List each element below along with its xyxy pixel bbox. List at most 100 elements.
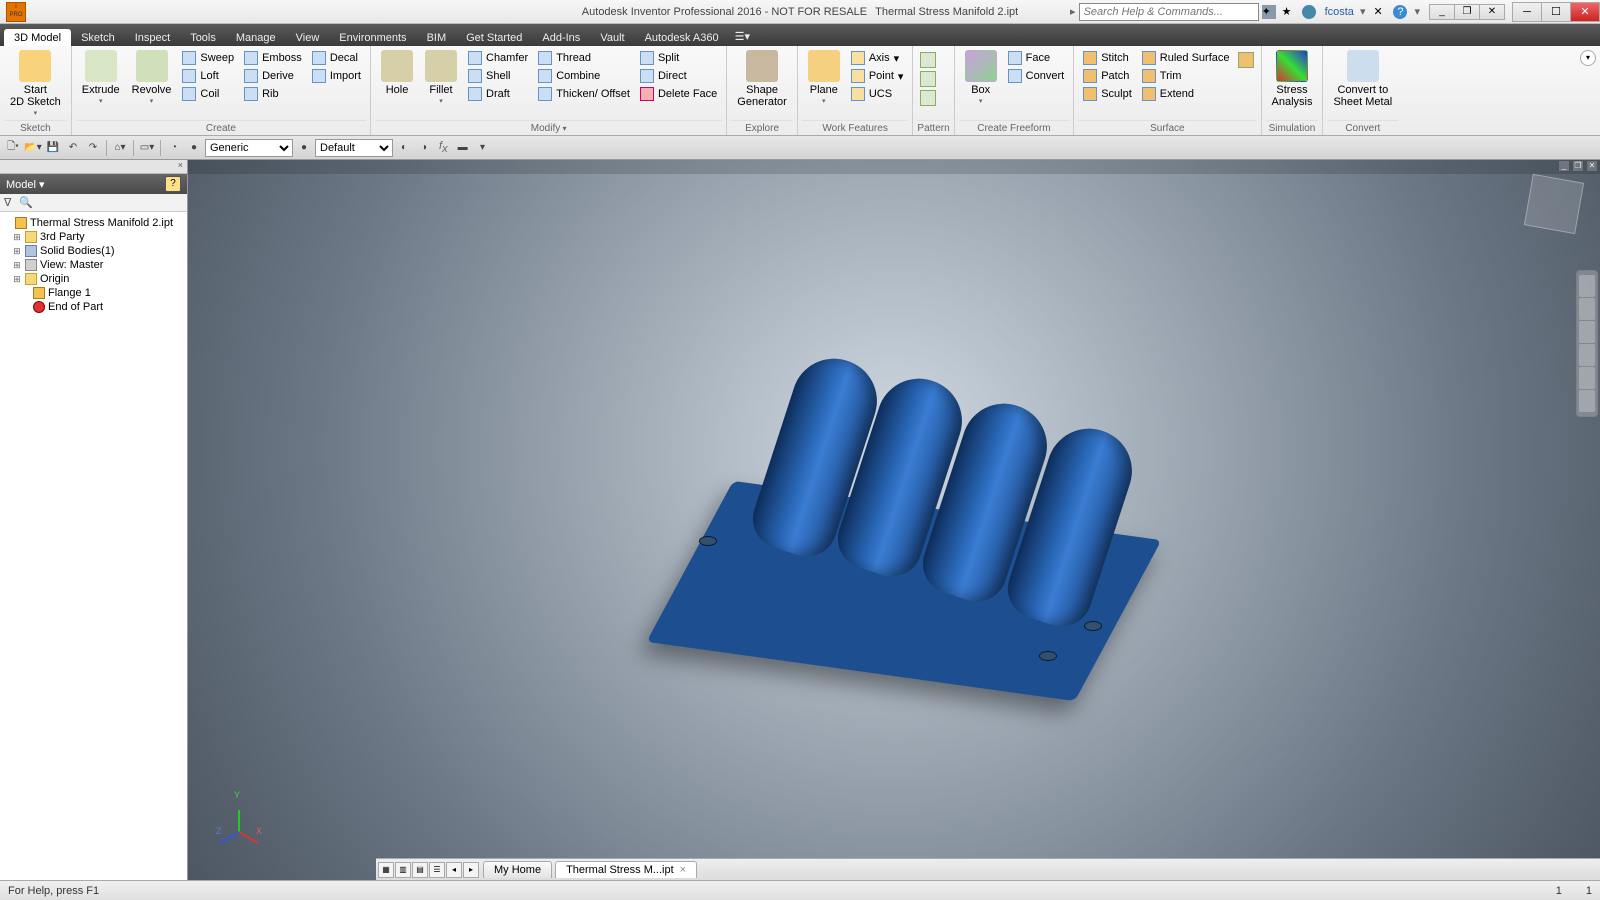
orbit-icon[interactable] [1579,344,1595,366]
ribbon-options-button[interactable]: ▾ [1580,50,1596,66]
plane-button[interactable]: Plane [802,48,846,108]
pan-icon[interactable] [1579,298,1595,320]
doc-close[interactable]: ✕ [1479,4,1505,20]
3d-viewport[interactable]: _ ❐ ✕ Y X Z [188,160,1600,880]
patch-button[interactable]: Patch [1080,68,1135,84]
ucs-button[interactable]: UCS [848,86,907,102]
tab-layout-2[interactable]: ▥ [395,862,411,878]
navigation-bar[interactable] [1576,270,1598,417]
tab-layout-1[interactable]: ▦ [378,862,394,878]
tab-view[interactable]: View [286,29,330,46]
axis-button[interactable]: Axis ▾ [848,50,907,66]
material-dropdown[interactable]: Generic [205,139,293,157]
tab-current-doc[interactable]: Thermal Stress M...ipt× [555,861,697,878]
appearance-icon-1[interactable]: ◐ [395,139,413,157]
import-button[interactable]: Import [309,68,364,84]
save-button[interactable]: 💾 [44,139,62,157]
qat-extra-2[interactable]: ▾ [474,139,492,157]
tab-a360[interactable]: Autodesk A360 [635,29,729,46]
redo-button[interactable]: ↷ [84,139,102,157]
sweep-button[interactable]: Sweep [179,50,237,66]
model-tree[interactable]: Thermal Stress Manifold 2.ipt ⊞3rd Party… [0,212,187,880]
help-icon[interactable]: ? [1393,5,1407,19]
doc-restore[interactable]: ❐ [1454,4,1480,20]
start-2d-sketch-button[interactable]: Start 2D Sketch [4,48,67,120]
fillet-button[interactable]: Fillet [419,48,463,108]
tab-layout-4[interactable]: ☰ [429,862,445,878]
draft-button[interactable]: Draft [465,86,531,102]
point-button[interactable]: Point ▾ [848,68,907,84]
close-tab-icon[interactable]: × [680,864,686,876]
maximize-button[interactable]: ☐ [1541,2,1571,22]
thicken-button[interactable]: Thicken/ Offset [535,86,633,102]
tab-get-started[interactable]: Get Started [456,29,532,46]
appearance-sphere-icon[interactable]: ● [295,139,313,157]
nav-wheel-icon[interactable] [1579,275,1595,297]
ruled-surface-button[interactable]: Ruled Surface [1139,50,1233,66]
view-cube[interactable] [1524,174,1584,234]
select-button[interactable]: ▭▾ [138,139,156,157]
appearance-dropdown[interactable]: Default [315,139,393,157]
tab-scroll-right[interactable]: ▸ [463,862,479,878]
sculpt-button[interactable]: Sculpt [1080,86,1135,102]
combine-button[interactable]: Combine [535,68,633,84]
tab-bim[interactable]: BIM [417,29,457,46]
tab-my-home[interactable]: My Home [483,861,552,878]
appearance-icon-2[interactable]: ◑ [415,139,433,157]
tab-3d-model[interactable]: 3D Model [4,29,71,46]
extend-button[interactable]: Extend [1139,86,1233,102]
derive-button[interactable]: Derive [241,68,305,84]
freeform-face-button[interactable]: Face [1005,50,1068,66]
extrude-button[interactable]: Extrude [76,48,126,108]
tab-sketch[interactable]: Sketch [71,29,125,46]
stitch-button[interactable]: Stitch [1080,50,1135,66]
thread-button[interactable]: Thread [535,50,633,66]
browser-help[interactable]: ? [165,176,181,192]
zoom-icon[interactable] [1579,321,1595,343]
close-button[interactable]: ✕ [1570,2,1600,22]
browser-title[interactable]: Model ▾ [6,178,45,191]
qat-extra-1[interactable]: ▬ [454,139,472,157]
browser-close[interactable]: × [0,160,187,174]
exchange-icon[interactable]: ✕ [1373,5,1387,19]
mirror-button[interactable] [920,90,936,106]
revolve-button[interactable]: Revolve [126,48,178,108]
search-input[interactable] [1079,3,1259,21]
chamfer-button[interactable]: Chamfer [465,50,531,66]
delete-face-button[interactable]: Delete Face [637,86,720,102]
subscription-icon[interactable]: ✦ [1262,5,1276,19]
split-button[interactable]: Split [637,50,720,66]
parameters-fx[interactable]: fx [439,140,448,155]
convert-sheet-metal-button[interactable]: Convert to Sheet Metal [1327,48,1398,108]
vp-maximize[interactable]: ❐ [1572,160,1584,172]
open-button[interactable]: 📂▾ [24,139,42,157]
tab-environments[interactable]: Environments [329,29,416,46]
circ-pattern-button[interactable] [920,71,936,87]
user-name[interactable]: fcosta [1325,6,1354,18]
tab-layout-3[interactable]: ▤ [412,862,428,878]
vp-minimize[interactable]: _ [1558,160,1570,172]
lookat-icon[interactable] [1579,367,1595,389]
direct-button[interactable]: Direct [637,68,720,84]
app-icon[interactable]: IPRO [6,2,26,22]
model-manifold[interactable] [644,311,1144,691]
shell-button[interactable]: Shell [465,68,531,84]
decal-button[interactable]: Decal [309,50,364,66]
tab-inspect[interactable]: Inspect [125,29,180,46]
home-button[interactable]: ⌂▾ [111,139,129,157]
new-button[interactable]: 🗋▾ [4,139,22,157]
stress-analysis-button[interactable]: Stress Analysis [1266,48,1319,108]
surface-extra-button[interactable] [1238,52,1254,68]
rect-pattern-button[interactable] [920,52,936,68]
user-icon[interactable] [1302,5,1316,19]
minimize-button[interactable]: ─ [1512,2,1542,22]
tab-add-ins[interactable]: Add-Ins [532,29,590,46]
doc-minimize[interactable]: _ [1429,4,1455,20]
material-icon[interactable]: ◔ [165,139,183,157]
tab-scroll-left[interactable]: ◂ [446,862,462,878]
tab-tools[interactable]: Tools [180,29,226,46]
trim-button[interactable]: Trim [1139,68,1233,84]
loft-button[interactable]: Loft [179,68,237,84]
tab-overflow[interactable]: ☰▾ [729,27,756,46]
freeform-convert-button[interactable]: Convert [1005,68,1068,84]
